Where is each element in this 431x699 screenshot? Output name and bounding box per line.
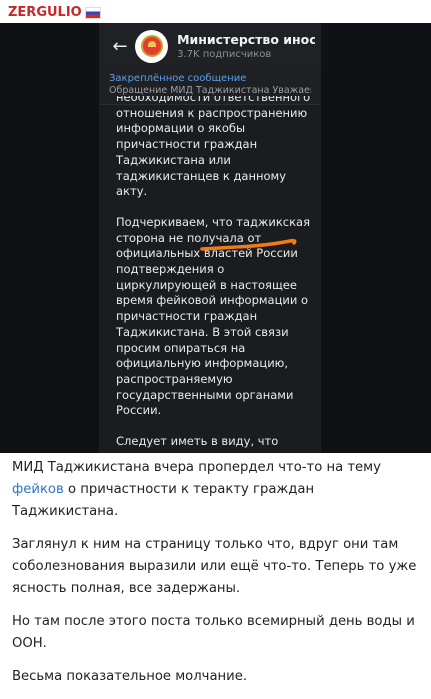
post-author[interactable]: ZERGULIO [8, 5, 101, 20]
pinned-text: Обращение МИД Таджикистана Уважаемы [109, 85, 311, 96]
post-text-part: МИД Таджикистана вчера пропердел что-то … [12, 460, 381, 475]
post-paragraph: Заглянул к ним на страницу только что, в… [12, 537, 417, 596]
post-paragraph: МИД Таджикистана вчера пропердел что-то … [12, 457, 422, 523]
hashtag-link[interactable]: фейков [12, 482, 64, 497]
post-text: МИД Таджикистана вчера пропердел что-то … [12, 457, 422, 699]
channel-title: Министерство иностр [177, 32, 315, 47]
message-paragraph: необходимости ответственного отношения к… [116, 96, 311, 199]
channel-avatar [135, 29, 169, 63]
author-name[interactable]: ZERGULIO [8, 5, 82, 20]
message-paragraph: Следует иметь в виду, что распространени… [116, 434, 279, 453]
channel-header: ← Министерство иностр 3.7K подписчиков [99, 23, 321, 69]
message-body: необходимости ответственного отношения к… [116, 96, 311, 453]
post-paragraph: Но там после этого поста только всемирны… [12, 614, 415, 651]
handdrawn-underline [200, 238, 297, 251]
russia-flag-icon [84, 6, 101, 19]
emblem-icon [140, 35, 163, 57]
subscriber-count: 3.7K подписчиков [177, 49, 272, 60]
post-paragraph: Весьма показательное молчание. [12, 669, 248, 684]
attached-photo[interactable]: ← Министерство иностр 3.7K подписчиков З… [0, 23, 431, 453]
pinned-label: Закреплённое сообщение [109, 73, 247, 84]
arrow-left-icon: ← [112, 35, 128, 57]
